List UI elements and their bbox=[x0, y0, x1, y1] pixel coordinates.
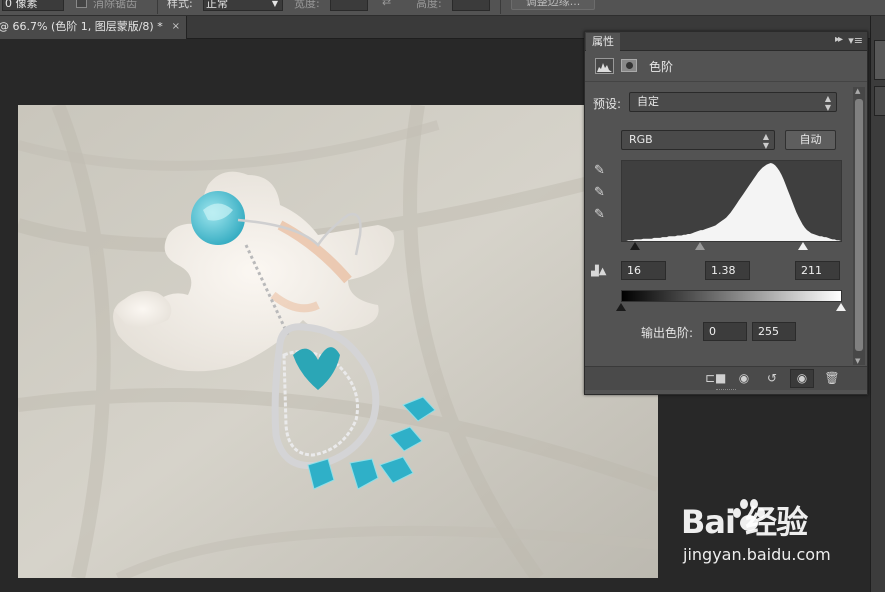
style-select[interactable]: 正常 ▼ bbox=[203, 0, 283, 11]
input-gamma-slider[interactable] bbox=[695, 242, 705, 250]
output-black-slider[interactable] bbox=[616, 303, 626, 311]
clipping-warning-icon[interactable]: ▟▲ bbox=[591, 266, 606, 277]
dock-button[interactable] bbox=[874, 86, 885, 116]
style-label: 样式: bbox=[167, 0, 193, 10]
visibility-icon[interactable]: ◉ bbox=[790, 369, 814, 388]
input-black-field[interactable]: 16 bbox=[621, 261, 666, 280]
histogram-graph bbox=[622, 163, 841, 241]
clip-to-layer-icon[interactable]: ⊏■ bbox=[705, 371, 726, 385]
tab-properties[interactable]: 属性 bbox=[586, 33, 620, 51]
output-gradient-bar bbox=[621, 290, 842, 302]
input-white-slider[interactable] bbox=[798, 242, 808, 250]
paw-logo-icon bbox=[733, 499, 765, 531]
feather-field[interactable]: 0 像素 bbox=[2, 0, 64, 11]
watermark-url: jingyan.baidu.com bbox=[683, 545, 831, 564]
input-gamma-field[interactable]: 1.38 bbox=[705, 261, 750, 280]
height-field[interactable] bbox=[452, 0, 490, 11]
divider bbox=[500, 0, 501, 14]
document-tab-title: @ 66.7% (色阶 1, 图层蒙版/8) * bbox=[0, 20, 163, 33]
panel-menu-icon[interactable]: ▾≡ bbox=[848, 34, 863, 47]
refine-edge-button[interactable]: 调整边缘... bbox=[511, 0, 595, 10]
panel-header: 属性 ▸▸ ▾≡ bbox=[585, 32, 867, 51]
output-white-slider[interactable] bbox=[836, 303, 846, 311]
black-eyedropper-icon[interactable]: ✎ bbox=[594, 163, 605, 178]
document-image bbox=[18, 105, 658, 578]
levels-histogram bbox=[621, 160, 842, 242]
adjustment-title-row: 色阶 bbox=[585, 51, 867, 82]
adjustment-name: 色阶 bbox=[649, 60, 674, 74]
earring-photo bbox=[18, 105, 658, 578]
preset-label: 预设: bbox=[593, 97, 622, 111]
antialias-checkbox[interactable] bbox=[76, 0, 87, 8]
reset-icon[interactable]: ↺ bbox=[763, 371, 781, 385]
baidu-watermark: Bai 经验 jingyan.baidu.com bbox=[681, 497, 841, 577]
dock-button[interactable] bbox=[874, 40, 885, 80]
levels-icon[interactable] bbox=[595, 58, 614, 74]
right-dock-strip bbox=[870, 16, 885, 592]
scrollbar-thumb[interactable] bbox=[855, 99, 863, 351]
dropdown-arrows-icon: ▲ ▼ bbox=[762, 132, 769, 150]
delete-icon[interactable]: 🗑 bbox=[823, 371, 841, 385]
swap-icon[interactable]: ⇄ bbox=[382, 0, 391, 8]
antialias-label: 消除锯齿 bbox=[93, 0, 137, 10]
document-tab[interactable]: @ 66.7% (色阶 1, 图层蒙版/8) * × bbox=[0, 16, 187, 39]
options-bar: 0 像素 消除锯齿 样式: 正常 ▼ 宽度: ⇄ 高度: 调整边缘... bbox=[0, 0, 885, 16]
layer-mask-icon[interactable] bbox=[621, 59, 637, 72]
photoshop-window: 0 像素 消除锯齿 样式: 正常 ▼ 宽度: ⇄ 高度: 调整边缘... @ 66… bbox=[0, 0, 885, 592]
close-tab-icon[interactable]: × bbox=[172, 16, 180, 38]
preset-select[interactable]: 自定 ▲ ▼ bbox=[629, 92, 837, 112]
auto-button[interactable]: 自动 bbox=[785, 130, 836, 150]
scroll-down-icon[interactable]: ▼ bbox=[855, 357, 860, 365]
input-black-slider[interactable] bbox=[630, 242, 640, 250]
panel-footer: ⊏■ ◉ ↺ ◉ 🗑 bbox=[585, 366, 867, 390]
white-eyedropper-icon[interactable]: ✎ bbox=[594, 207, 605, 222]
dropdown-arrows-icon: ▲ ▼ bbox=[824, 94, 831, 112]
scroll-up-icon[interactable]: ▲ bbox=[855, 87, 860, 95]
gray-eyedropper-icon[interactable]: ✎ bbox=[594, 185, 605, 200]
width-label: 宽度: bbox=[294, 0, 320, 10]
histogram-shape bbox=[622, 163, 841, 241]
output-white-field[interactable]: 255 bbox=[752, 322, 796, 341]
collapse-icon[interactable]: ▸▸ bbox=[835, 34, 843, 45]
height-label: 高度: bbox=[416, 0, 442, 10]
divider bbox=[157, 0, 158, 14]
channel-select[interactable]: RGB ▲ ▼ bbox=[621, 130, 775, 150]
output-levels-label: 输出色阶: bbox=[641, 326, 694, 340]
panel-scrollbar[interactable]: ▲ ▼ bbox=[853, 87, 865, 365]
width-field[interactable] bbox=[330, 0, 368, 11]
input-white-field[interactable]: 211 bbox=[795, 261, 840, 280]
resize-grip[interactable] bbox=[716, 389, 736, 391]
view-previous-state-icon[interactable]: ◉ bbox=[735, 371, 753, 385]
output-black-field[interactable]: 0 bbox=[703, 322, 747, 341]
